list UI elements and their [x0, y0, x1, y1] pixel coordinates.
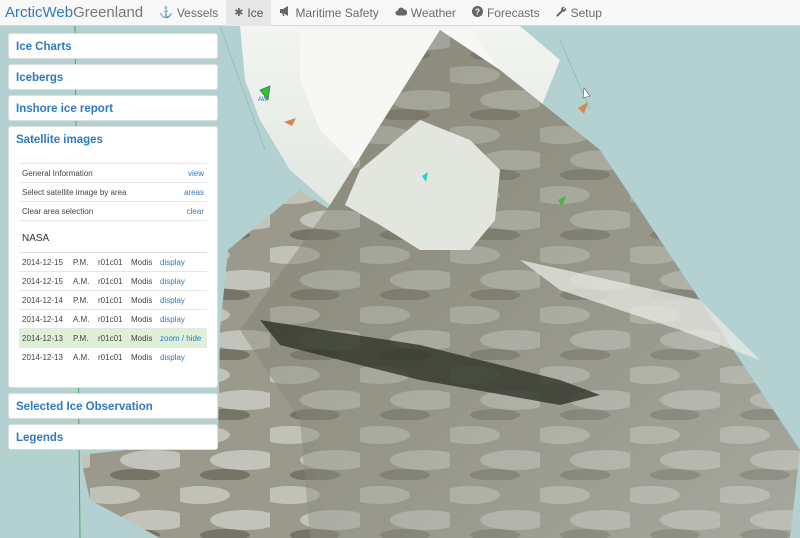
image-sensor: Modis	[131, 276, 153, 286]
nav-forecasts[interactable]: ? Forecasts	[464, 0, 548, 26]
nav-forecasts-label: Forecasts	[486, 5, 540, 20]
clear-link[interactable]: clear	[187, 207, 204, 216]
ice-charts-title[interactable]: Ice Charts	[9, 34, 217, 60]
image-date: 2014-12-15	[22, 257, 63, 267]
display-link[interactable]: display	[160, 296, 185, 305]
nav-maritime-safety-label: Maritime Safety	[295, 5, 379, 20]
image-sensor: Modis	[131, 257, 153, 267]
display-link[interactable]: display	[160, 258, 185, 267]
display-link[interactable]: display	[160, 353, 185, 362]
display-link[interactable]: display	[160, 277, 185, 286]
question-circle-icon: ?	[471, 5, 483, 20]
panel-selected-observation[interactable]: Selected Ice Observation	[8, 393, 218, 419]
bullhorn-icon	[279, 6, 291, 19]
image-time: A.M.	[73, 276, 90, 286]
nav-weather[interactable]: Weather	[387, 0, 464, 26]
satellite-image-table: 2014-12-15 P.M. r01c01 Modis display 201…	[19, 253, 207, 366]
info-row: General Information view	[19, 164, 207, 183]
nav-setup-label: Setup	[570, 5, 602, 20]
nav-vessels[interactable]: ⚓ Vessels	[151, 0, 226, 26]
info-label: General Information	[22, 168, 93, 178]
nav-ice[interactable]: ✱ Ice	[226, 0, 272, 26]
top-navbar: ArcticWebGreenland ⚓ Vessels ✱ Ice Marit…	[0, 0, 800, 26]
image-band: r01c01	[98, 333, 123, 343]
nav-vessels-label: Vessels	[176, 5, 219, 20]
nav-ice-label: Ice	[247, 5, 264, 20]
image-row: 2014-12-15 P.M. r01c01 Modis display	[19, 253, 207, 272]
image-sensor: Modis	[131, 333, 153, 343]
image-row: 2014-12-15 A.M. r01c01 Modis display	[19, 272, 207, 291]
info-label: Clear area selection	[22, 206, 94, 216]
image-row-selected: 2014-12-13 P.M. r01c01 Modis zoom / hide	[19, 329, 207, 348]
vessel-label-aw: AW	[258, 97, 268, 103]
image-band: r01c01	[98, 276, 123, 286]
image-date: 2014-12-13	[22, 352, 63, 362]
nav-weather-label: Weather	[410, 5, 456, 20]
info-row: Clear area selection clear	[19, 202, 207, 221]
zoom-hide-link[interactable]: zoom / hide	[160, 334, 201, 343]
image-band: r01c01	[98, 352, 123, 362]
satellite-info-table: General Information view Select satellit…	[19, 163, 207, 221]
image-sensor: Modis	[131, 352, 153, 362]
image-band: r01c01	[98, 314, 123, 324]
brand-secondary: Greenland	[73, 3, 144, 21]
image-row: 2014-12-14 A.M. r01c01 Modis display	[19, 310, 207, 329]
image-date: 2014-12-15	[22, 276, 63, 286]
image-band: r01c01	[98, 295, 123, 305]
panel-satellite-images: Satellite images General Information vie…	[8, 126, 218, 388]
image-date: 2014-12-14	[22, 295, 63, 305]
provider-heading: NASA	[19, 221, 207, 253]
image-row: 2014-12-13 A.M. r01c01 Modis display	[19, 348, 207, 366]
areas-link[interactable]: areas	[184, 188, 204, 197]
brand-primary: ArcticWeb	[5, 3, 74, 21]
image-sensor: Modis	[131, 314, 153, 324]
inshore-report-title[interactable]: Inshore ice report	[9, 96, 217, 122]
icebergs-title[interactable]: Icebergs	[9, 65, 217, 91]
anchor-icon: ⚓	[159, 7, 173, 19]
image-time: P.M.	[73, 295, 89, 305]
nav-maritime-safety[interactable]: Maritime Safety	[271, 0, 386, 26]
image-time: P.M.	[73, 333, 89, 343]
image-band: r01c01	[98, 257, 123, 267]
selected-observation-title[interactable]: Selected Ice Observation	[9, 394, 217, 420]
image-time: A.M.	[73, 352, 90, 362]
image-date: 2014-12-14	[22, 314, 63, 324]
image-time: A.M.	[73, 314, 90, 324]
satellite-images-title[interactable]: Satellite images	[9, 127, 217, 153]
panel-ice-charts[interactable]: Ice Charts	[8, 33, 218, 59]
image-date: 2014-12-13	[22, 333, 63, 343]
cloud-icon	[395, 7, 408, 19]
panel-legends[interactable]: Legends	[8, 424, 218, 450]
display-link[interactable]: display	[160, 315, 185, 324]
image-sensor: Modis	[131, 295, 153, 305]
info-label: Select satellite image by area	[22, 187, 127, 197]
panel-inshore-report[interactable]: Inshore ice report	[8, 95, 218, 121]
wrench-icon	[556, 6, 567, 20]
view-link[interactable]: view	[188, 169, 204, 178]
info-row: Select satellite image by area areas	[19, 183, 207, 202]
image-time: P.M.	[73, 257, 89, 267]
brand-logo[interactable]: ArcticWebGreenland	[0, 0, 151, 26]
image-row: 2014-12-14 P.M. r01c01 Modis display	[19, 291, 207, 310]
legends-title[interactable]: Legends	[9, 425, 217, 451]
nav-setup[interactable]: Setup	[548, 0, 610, 26]
svg-text:?: ?	[475, 6, 480, 16]
panel-icebergs[interactable]: Icebergs	[8, 64, 218, 90]
snowflake-icon: ✱	[234, 7, 244, 19]
